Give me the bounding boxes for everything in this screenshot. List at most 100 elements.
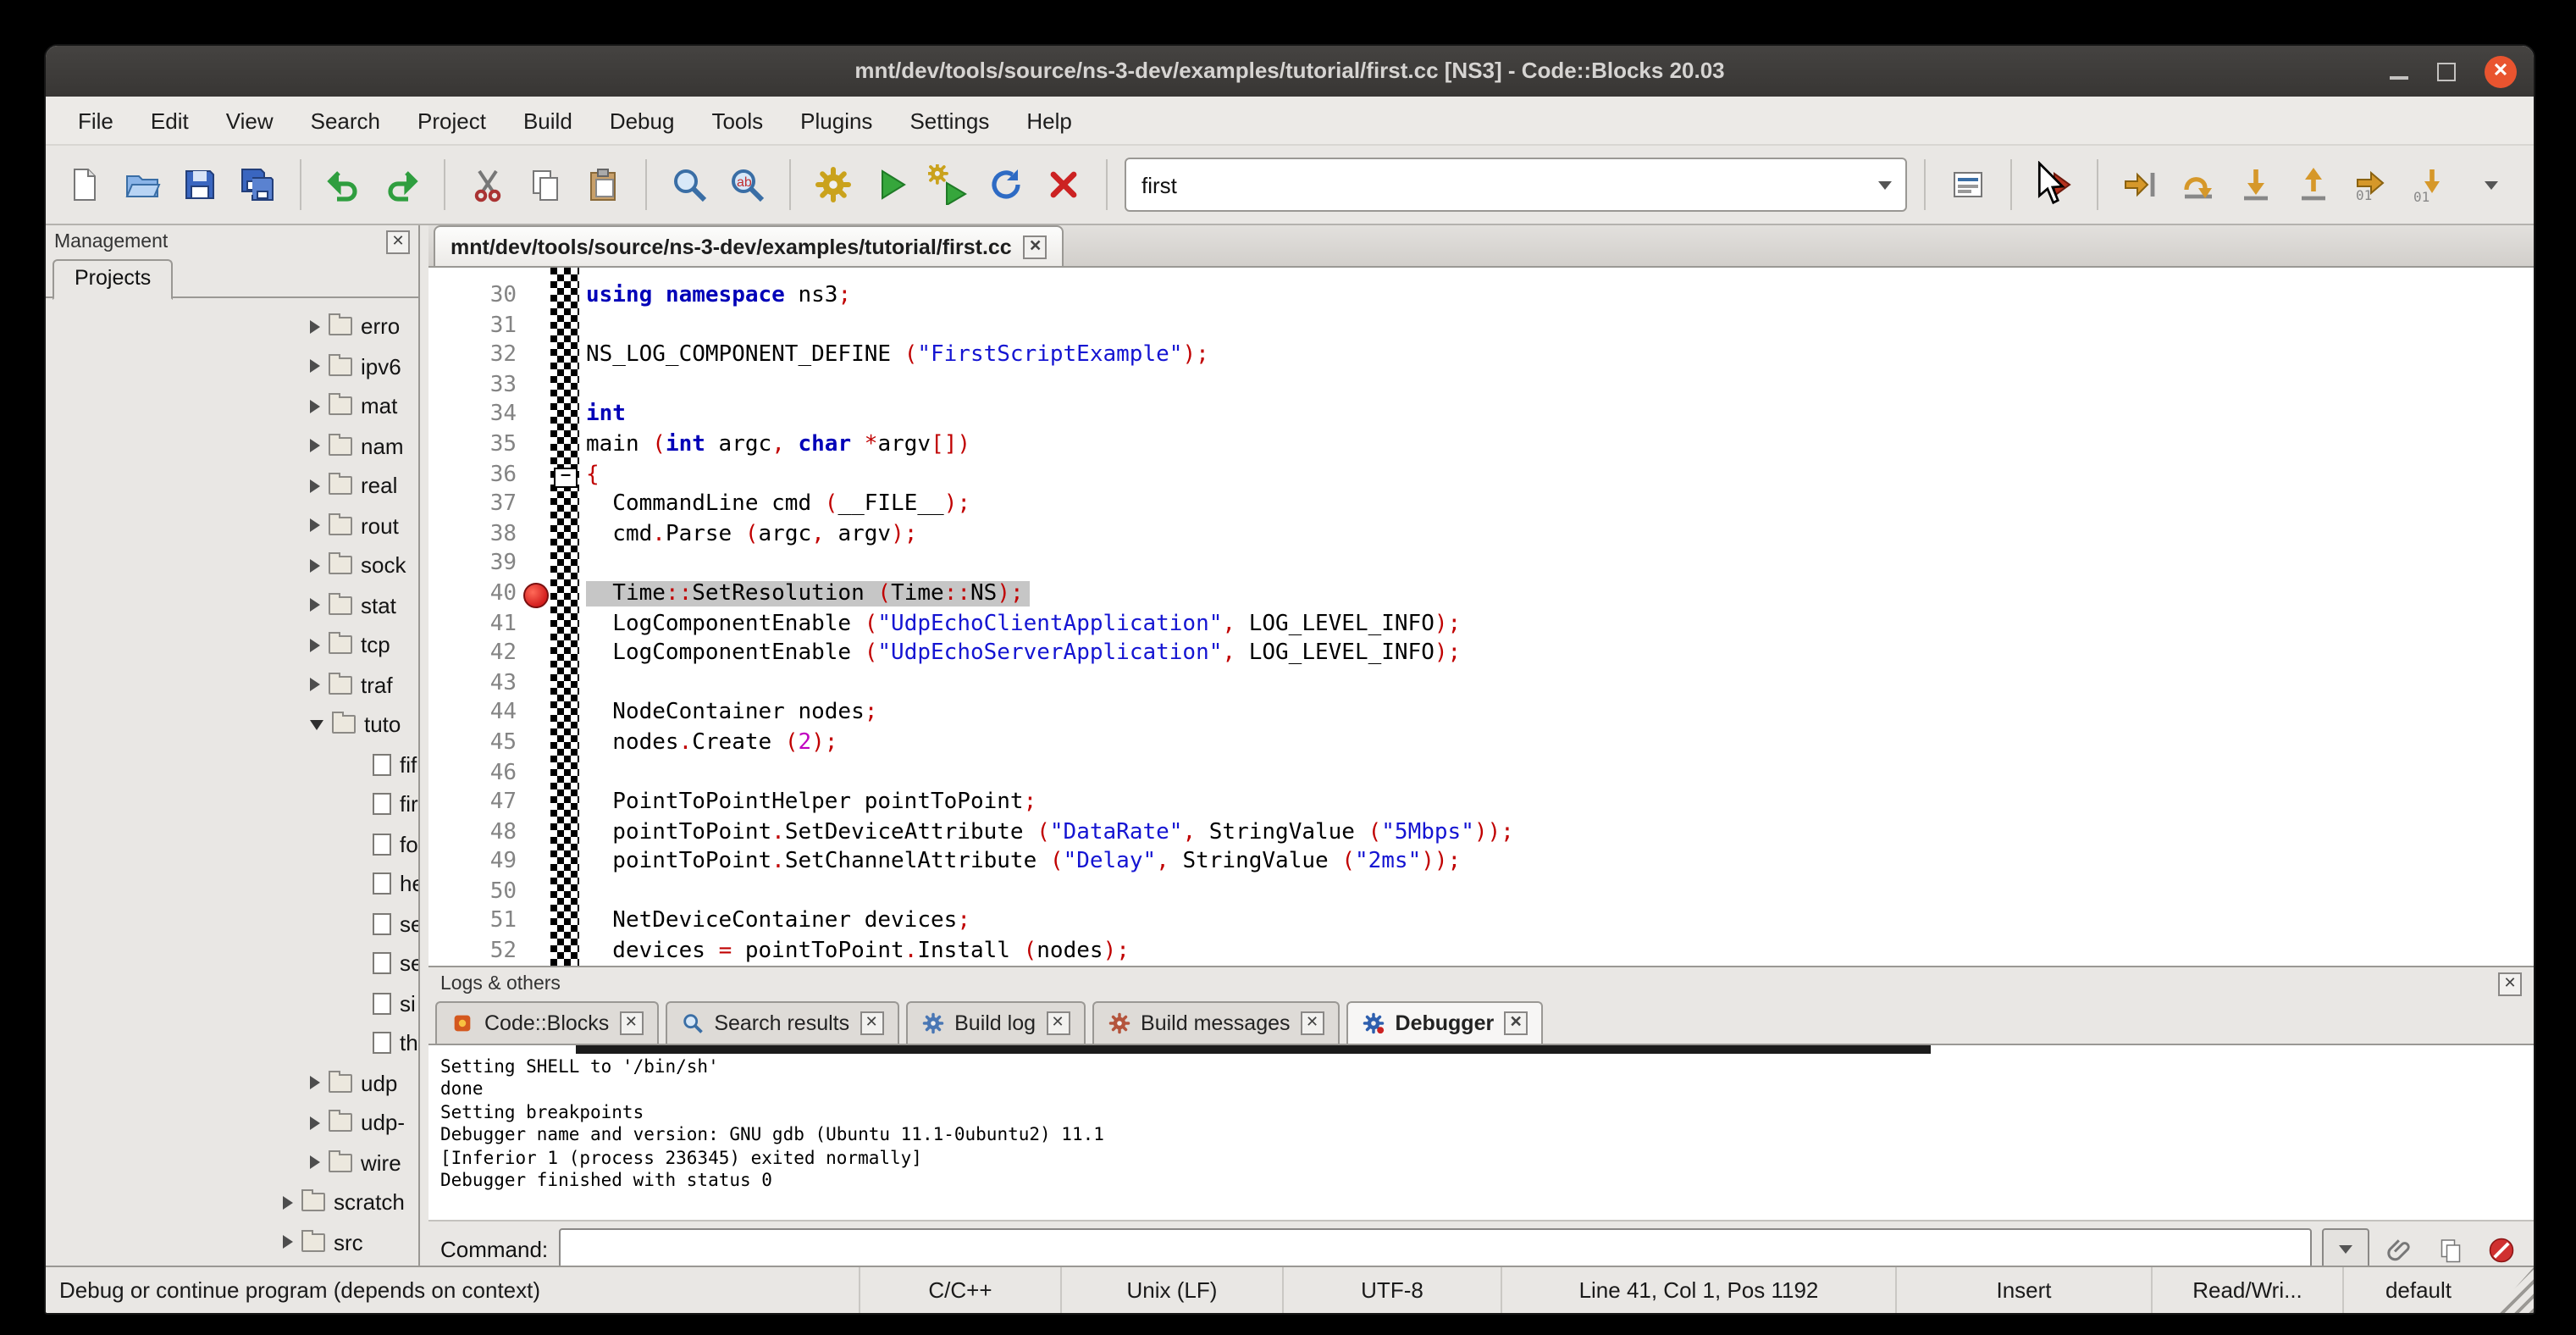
build-button[interactable] [808,159,859,210]
chevron-down-icon[interactable] [310,720,323,730]
save-button[interactable] [174,159,225,210]
menu-item-file[interactable]: File [59,101,132,140]
menu-item-help[interactable]: Help [1008,101,1091,140]
chevron-right-icon[interactable] [310,440,320,453]
line-number[interactable]: 51 [428,907,517,937]
toolbar-overflow-icon[interactable] [2466,159,2517,210]
debug-continue-button[interactable] [2029,159,2080,210]
line-number[interactable]: 41 [428,609,517,639]
tree-item[interactable]: tuto [46,705,418,745]
chevron-right-icon[interactable] [283,1236,293,1249]
save-all-button[interactable] [232,159,283,210]
tree-item[interactable]: erro [46,307,418,346]
tree-item[interactable]: fif [46,745,418,784]
code-text[interactable]: pointToPoint.SetChannelAttribute ("Delay… [586,848,1461,878]
chevron-right-icon[interactable] [310,1077,320,1090]
tree-item[interactable]: stat [46,585,418,625]
step-into-instruction-button[interactable]: 01 [2403,159,2454,210]
chevron-right-icon[interactable] [310,559,320,573]
undo-button[interactable] [318,159,369,210]
tree-item[interactable]: wire [46,1143,418,1183]
open-file-button[interactable] [117,159,168,210]
tree-item[interactable]: rout [46,506,418,546]
code-text[interactable]: PointToPointHelper pointToPoint; [586,788,1036,817]
tree-item[interactable]: fo [46,824,418,864]
build-and-run-button[interactable] [923,159,974,210]
management-close-icon[interactable]: ✕ [386,230,410,254]
stop-button[interactable] [2481,1229,2522,1270]
code-text[interactable]: int [586,401,626,430]
paste-button[interactable] [578,159,628,210]
tree-item[interactable]: tcp [46,625,418,665]
logs-tab-close-icon[interactable]: ✕ [619,1011,643,1035]
tree-item[interactable]: ipv6 [46,346,418,386]
line-number[interactable]: 33 [428,371,517,401]
code-editor[interactable]: 30using namespace ns3;3132NS_LOG_COMPONE… [428,268,2534,966]
logs-close-icon[interactable]: ✕ [2498,972,2522,996]
chevron-right-icon[interactable] [310,1156,320,1170]
menu-item-build[interactable]: Build [505,101,591,140]
tree-item[interactable]: nam [46,426,418,466]
line-number[interactable]: 35 [428,430,517,460]
fold-collapse-icon[interactable]: – [554,467,578,487]
panel-splitter[interactable] [420,225,428,1266]
line-number[interactable]: 31 [428,311,517,341]
logs-tab-close-icon[interactable]: ✕ [1301,1011,1324,1035]
line-number[interactable]: 46 [428,758,517,788]
logs-tab-close-icon[interactable]: ✕ [1504,1011,1528,1035]
code-text[interactable]: NetDeviceContainer devices; [586,907,970,937]
code-text[interactable]: pointToPoint.SetDeviceAttribute ("DataRa… [586,817,1514,847]
run-to-cursor-button[interactable] [2115,159,2166,210]
combo-dropdown-icon[interactable] [1865,180,1905,189]
tree-item[interactable]: real [46,466,418,506]
new-file-button[interactable] [59,159,110,210]
debugger-log[interactable]: Setting SHELL to '/bin/sh'doneSetting br… [428,1045,2534,1221]
resize-grip-icon[interactable] [2493,1267,2534,1313]
logs-tab-close-icon[interactable]: ✕ [1046,1011,1070,1035]
line-number[interactable]: 37 [428,490,517,519]
logs-tab-code-blocks[interactable]: Code::Blocks✕ [435,1001,658,1044]
debugging-windows-button[interactable] [1943,159,1993,210]
chevron-right-icon[interactable] [310,400,320,413]
rebuild-button[interactable] [981,159,1031,210]
chevron-right-icon[interactable] [310,1116,320,1130]
tree-item[interactable]: sock [46,546,418,585]
code-text[interactable]: main (int argc, char *argv[]) [586,430,970,460]
editor-tab[interactable]: mnt/dev/tools/source/ns-3-dev/examples/t… [434,225,1064,266]
tree-item[interactable]: mat [46,386,418,426]
menu-item-project[interactable]: Project [399,101,505,140]
line-number[interactable]: 38 [428,520,517,550]
code-text[interactable]: using namespace ns3; [586,281,851,311]
tree-item[interactable]: traf [46,665,418,705]
line-number[interactable]: 44 [428,699,517,728]
command-input[interactable] [558,1228,2312,1271]
line-number[interactable]: 30 [428,281,517,311]
code-text[interactable]: LogComponentEnable ("UdpEchoServerApplic… [586,639,1461,668]
line-number[interactable]: 43 [428,668,517,698]
line-number[interactable]: 42 [428,639,517,668]
search-input[interactable]: first [1126,172,1865,197]
chevron-right-icon[interactable] [310,679,320,692]
editor-tab-close-icon[interactable]: ✕ [1024,235,1048,258]
logs-tab-close-icon[interactable]: ✕ [860,1011,883,1035]
line-number[interactable]: 50 [428,878,517,907]
code-text[interactable]: CommandLine cmd (__FILE__); [586,490,970,519]
tab-projects[interactable]: Projects [53,259,173,300]
copy-button[interactable] [520,159,571,210]
replace-button[interactable]: ab [721,159,772,210]
logs-tab-build-log[interactable]: Build log✕ [905,1001,1085,1044]
menu-item-edit[interactable]: Edit [132,101,207,140]
logs-tab-search-results[interactable]: Search results✕ [665,1001,898,1044]
next-line-button[interactable] [2173,159,2224,210]
logs-tab-build-messages[interactable]: Build messages✕ [1092,1001,1340,1044]
line-number[interactable]: 49 [428,848,517,878]
code-text[interactable]: LogComponentEnable ("UdpEchoClientApplic… [586,609,1461,639]
tree-item[interactable]: se [46,944,418,983]
menu-item-tools[interactable]: Tools [693,101,782,140]
menu-item-search[interactable]: Search [292,101,399,140]
line-number[interactable]: 32 [428,341,517,370]
abort-build-button[interactable] [1038,159,1089,210]
copy-log-button[interactable] [2430,1229,2471,1270]
line-number[interactable]: 47 [428,788,517,817]
close-icon[interactable]: ✕ [2485,55,2517,87]
